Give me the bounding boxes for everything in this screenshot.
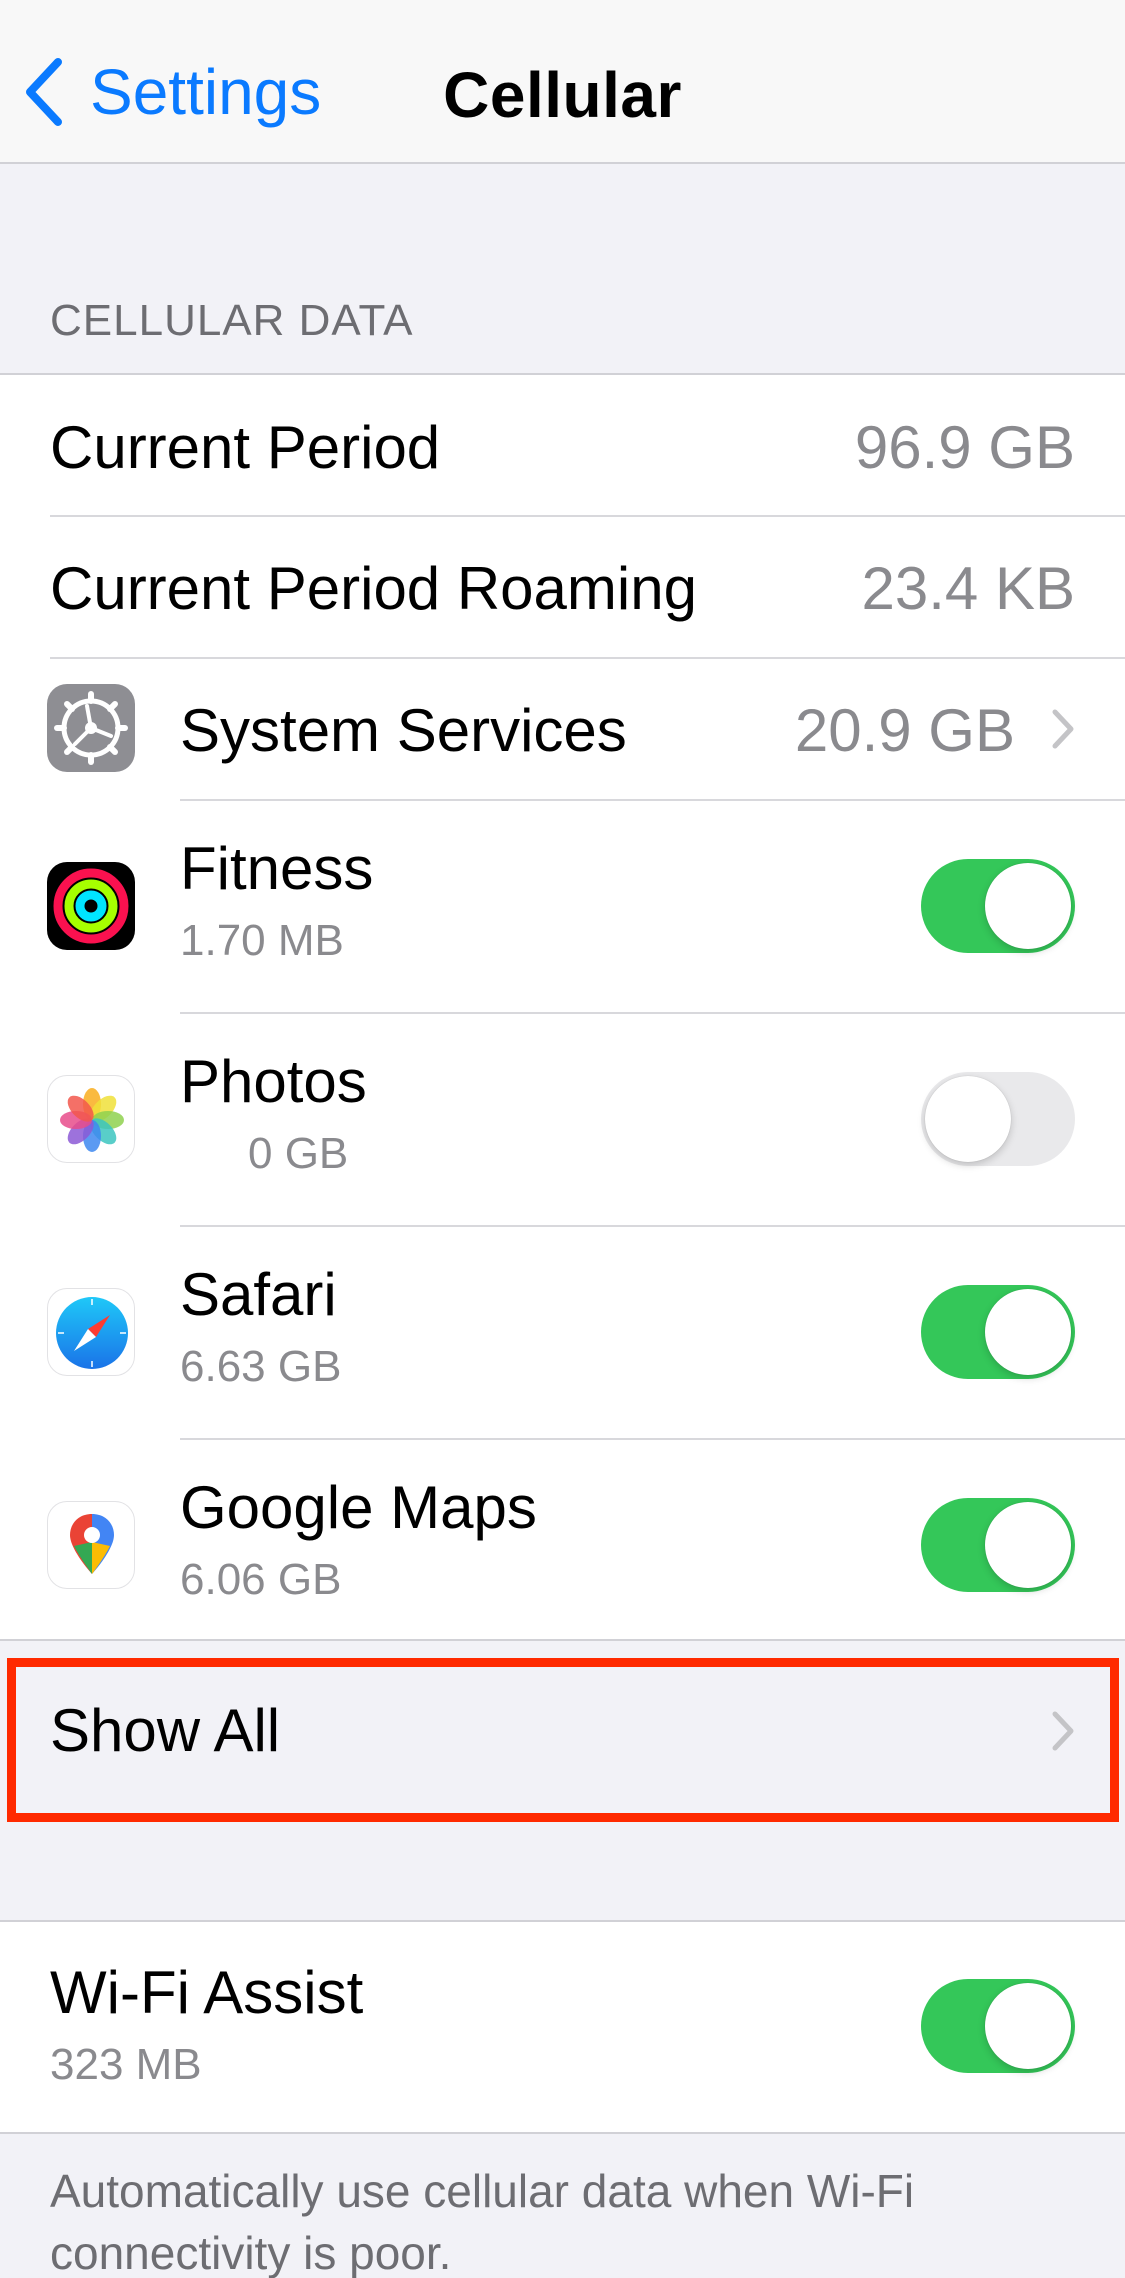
wifi-assist-row: Wi-Fi Assist 323 MB xyxy=(0,1922,1125,2132)
chevron-right-icon xyxy=(1052,709,1074,749)
current-period-row: Current Period 96.9 GB xyxy=(0,375,1125,517)
google-maps-toggle[interactable] xyxy=(921,1498,1075,1592)
current-period-roaming-value: 23.4 KB xyxy=(861,555,1076,622)
gear-icon xyxy=(47,684,135,772)
fitness-icon xyxy=(47,862,135,950)
fitness-toggle[interactable] xyxy=(921,859,1075,953)
app-row-safari: Safari 6.63 GB xyxy=(0,1226,1125,1440)
app-usage: 0 GB xyxy=(248,1129,349,1178)
cellular-data-group: Current Period 96.9 GB Current Period Ro… xyxy=(0,373,1125,1764)
current-period-value: 96.9 GB xyxy=(854,414,1075,481)
photos-toggle[interactable] xyxy=(921,1072,1075,1166)
app-usage: 6.63 GB xyxy=(180,1342,342,1391)
app-name: Google Maps xyxy=(180,1474,537,1541)
app-row-fitness: Fitness 1.70 MB xyxy=(0,800,1125,1014)
app-row-photos: Photos 0 GB xyxy=(0,1013,1125,1227)
wifi-assist-group: Wi-Fi Assist 323 MB xyxy=(0,1920,1125,2134)
wifi-assist-footer: Automatically use cellular data when Wi-… xyxy=(50,2165,915,2278)
safari-icon xyxy=(47,1288,135,1376)
safari-toggle[interactable] xyxy=(921,1285,1075,1379)
app-name: Safari xyxy=(180,1261,337,1328)
google-maps-icon xyxy=(47,1501,135,1589)
system-services-label: System Services xyxy=(180,697,627,764)
app-usage: 6.06 GB xyxy=(180,1555,342,1604)
current-period-roaming-row: Current Period Roaming 23.4 KB xyxy=(0,516,1125,659)
chevron-right-icon xyxy=(1052,1711,1074,1751)
wifi-assist-usage: 323 MB xyxy=(50,2040,202,2089)
section-header-cellular-data: CELLULAR DATA xyxy=(50,296,414,345)
system-services-row[interactable]: System Services 20.9 GB xyxy=(0,658,1125,801)
current-period-roaming-label: Current Period Roaming xyxy=(50,555,697,622)
photos-icon xyxy=(47,1075,135,1163)
app-name: Fitness xyxy=(180,835,374,902)
app-row-google-maps: Google Maps 6.06 GB xyxy=(0,1439,1125,1650)
show-all-row[interactable]: Show All xyxy=(0,1650,1125,1812)
current-period-label: Current Period xyxy=(50,414,441,481)
system-services-value: 20.9 GB xyxy=(794,697,1015,764)
wifi-assist-label: Wi-Fi Assist xyxy=(50,1959,364,2026)
app-name: Photos xyxy=(180,1048,367,1115)
wifi-assist-toggle[interactable] xyxy=(921,1979,1075,2073)
navigation-bar: Settings Cellular xyxy=(0,0,1125,164)
app-usage: 1.70 MB xyxy=(180,916,344,965)
show-all-label: Show All xyxy=(50,1697,281,1764)
page-title: Cellular xyxy=(443,59,682,131)
